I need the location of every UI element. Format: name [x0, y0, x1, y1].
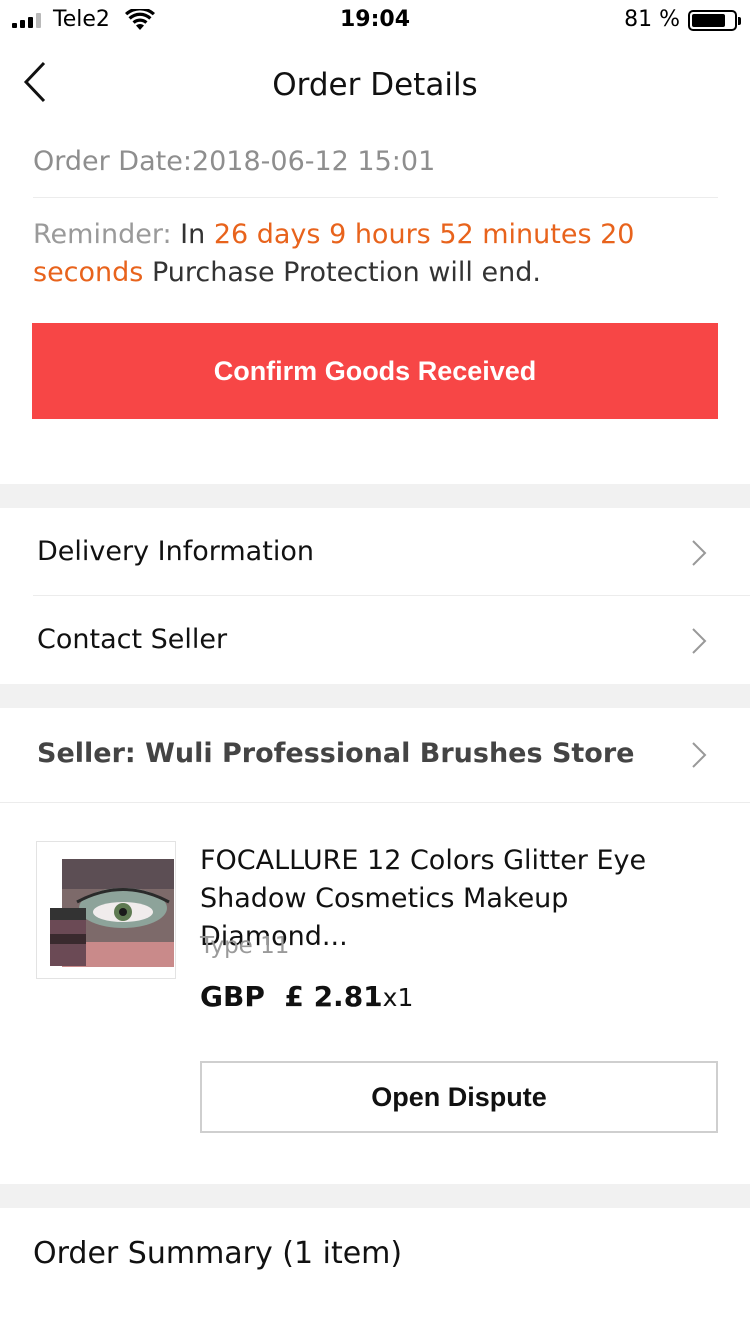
contact-seller-label: Contact Seller [37, 624, 228, 655]
seller-name: Seller: Wuli Professional Brushes Store [37, 738, 635, 769]
purchase-protection-reminder: Reminder: In 26 days 9 hours 52 minutes … [33, 216, 723, 292]
order-summary-heading: Order Summary (1 item) [33, 1236, 403, 1271]
chevron-right-icon [692, 540, 707, 566]
battery-percent: 81 % [624, 7, 680, 32]
product-variant: Type 11 [200, 933, 290, 959]
contact-seller-row[interactable]: Contact Seller [0, 596, 750, 684]
section-separator [0, 1184, 750, 1208]
delivery-information-label: Delivery Information [37, 536, 314, 567]
reminder-in: In [180, 219, 206, 250]
seller-store-row[interactable]: Seller: Wuli Professional Brushes Store [0, 710, 750, 798]
product-price: GBP £ 2.81x1 [200, 980, 413, 1013]
section-separator [0, 484, 750, 508]
divider [0, 802, 750, 803]
confirm-goods-received-button[interactable]: Confirm Goods Received [32, 323, 718, 419]
open-dispute-button[interactable]: Open Dispute [200, 1061, 718, 1133]
reminder-suffix: Purchase Protection will end. [151, 257, 541, 288]
delivery-information-row[interactable]: Delivery Information [0, 508, 750, 596]
chevron-right-icon [692, 628, 707, 654]
chevron-right-icon [692, 742, 707, 768]
navigation-bar: Order Details [0, 42, 750, 128]
page-title: Order Details [272, 67, 478, 103]
reminder-label: Reminder: [33, 219, 172, 250]
price-amount: GBP £ 2.81 [200, 980, 383, 1013]
product-image[interactable] [36, 841, 176, 979]
order-date: Order Date:2018-06-12 15:01 [33, 146, 436, 177]
status-bar: Tele2 19:04 81 % [0, 0, 750, 42]
eyeshadow-product-photo [37, 842, 175, 978]
divider [33, 197, 718, 198]
battery-icon [688, 10, 741, 31]
section-separator [0, 684, 750, 708]
product-quantity: x1 [382, 983, 414, 1012]
